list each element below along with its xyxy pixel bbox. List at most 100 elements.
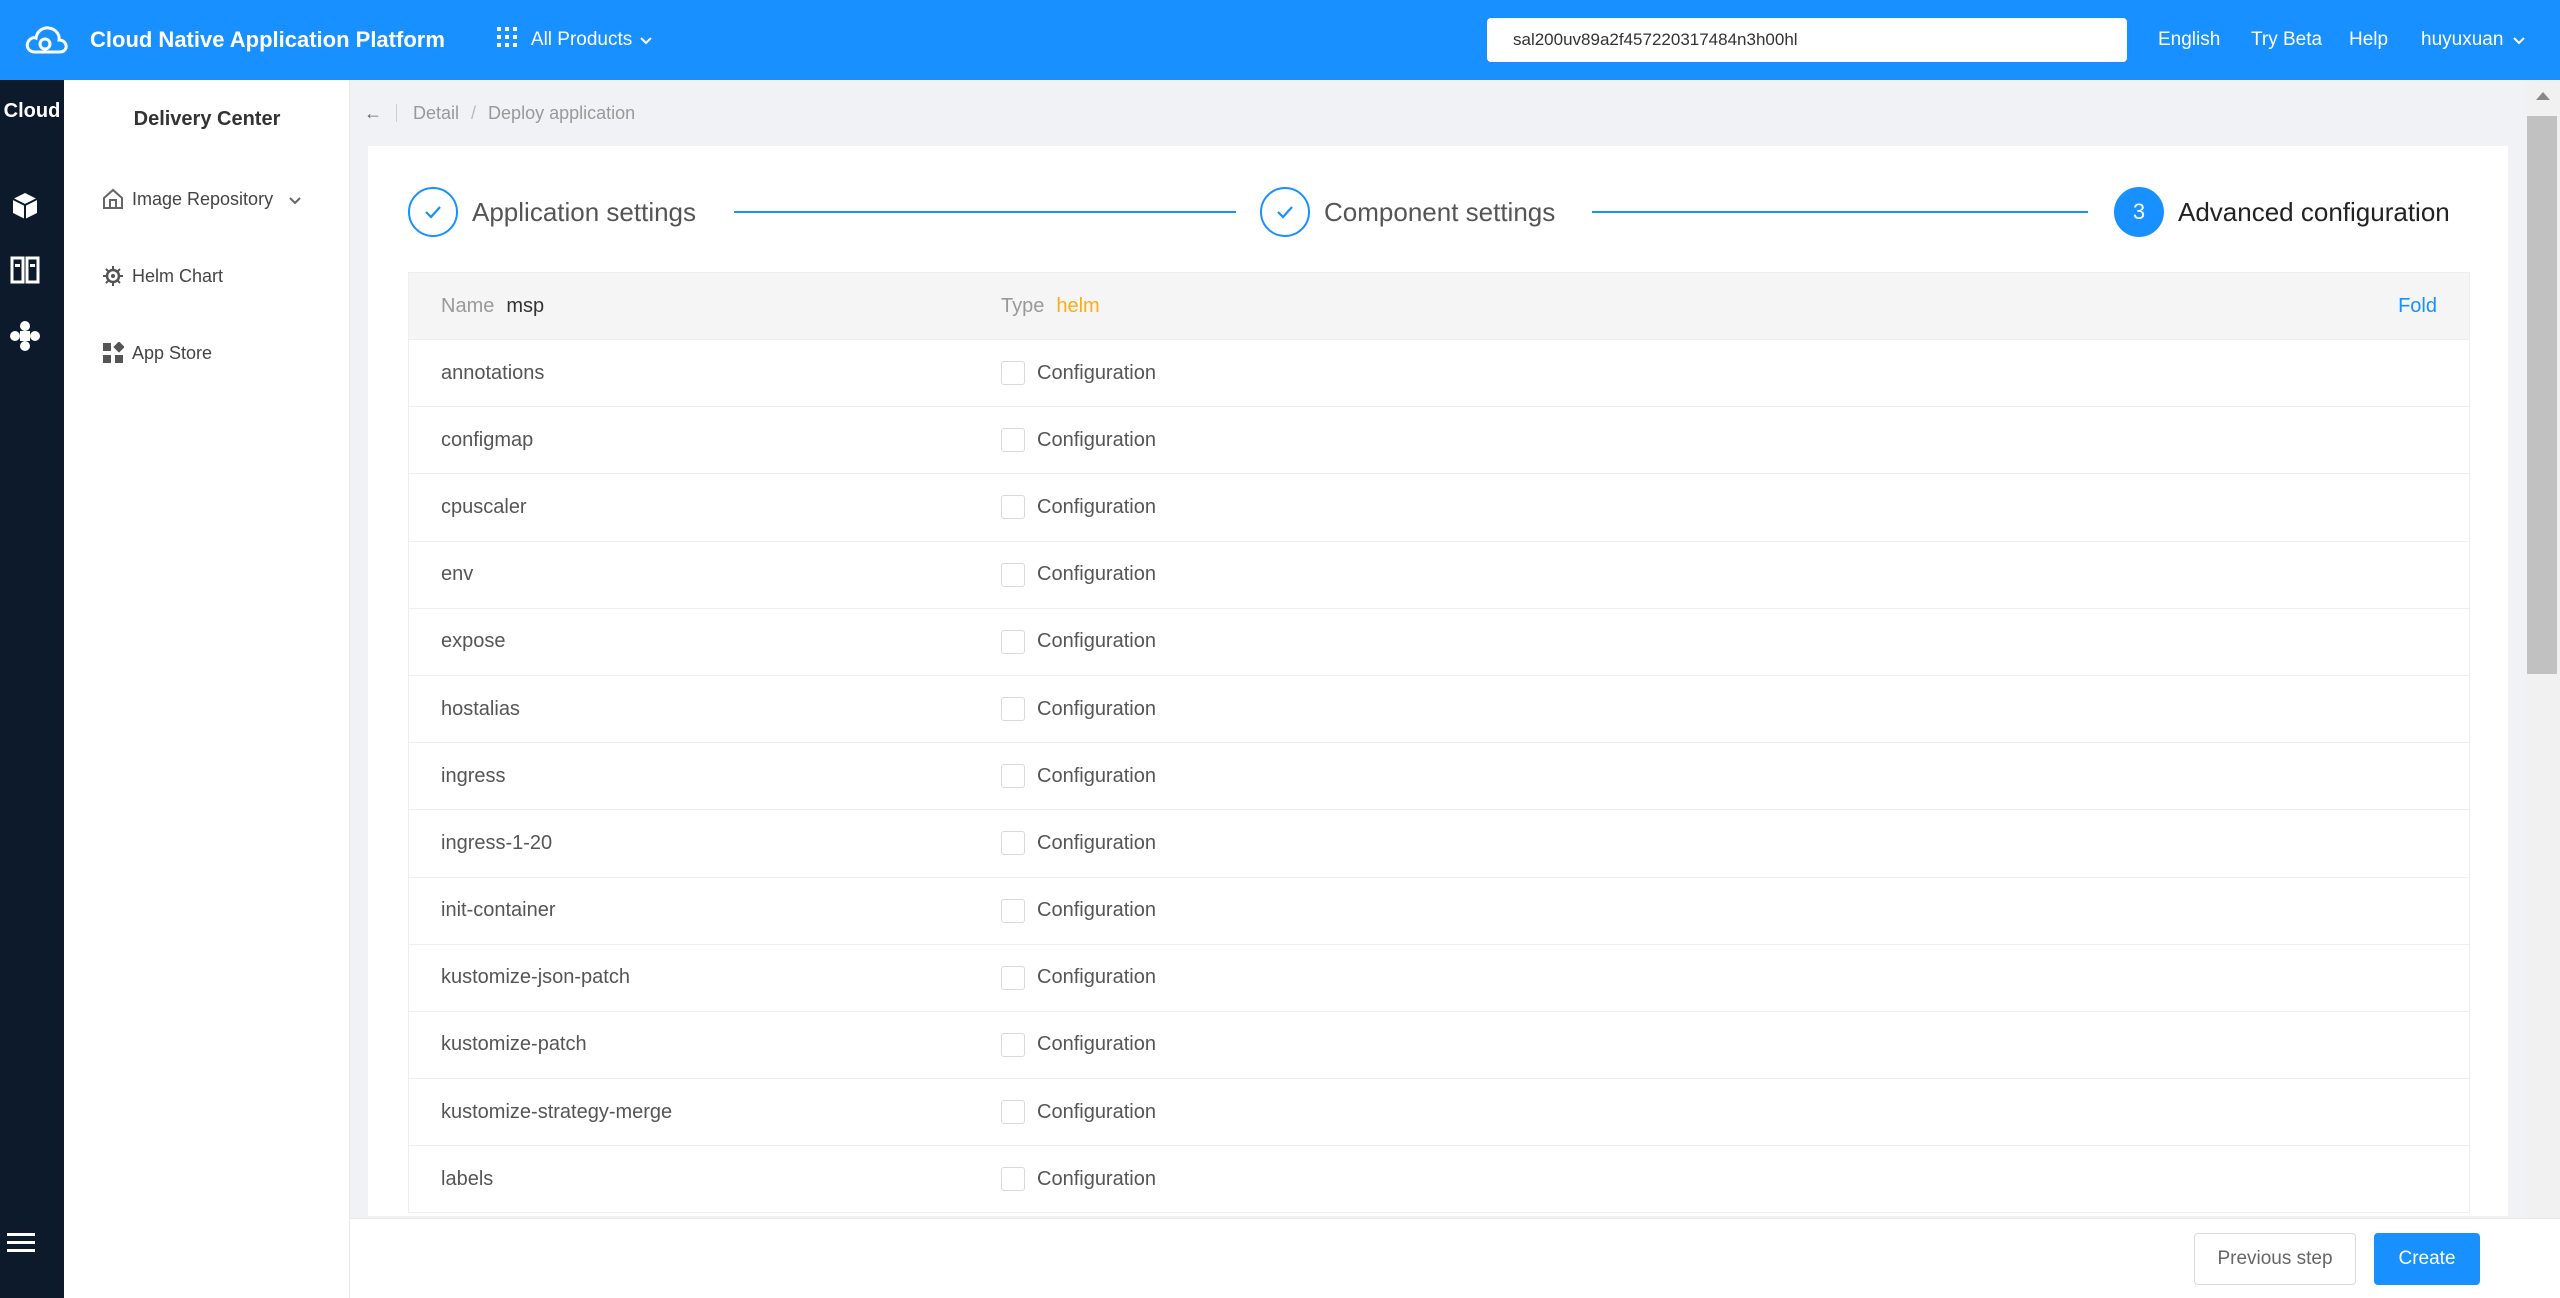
configuration-checkbox[interactable]: Configuration — [1001, 428, 1156, 453]
table-row: expose Configuration — [409, 607, 2469, 675]
config-name: expose — [441, 630, 506, 653]
breadcrumb-item-detail[interactable]: Detail — [413, 103, 459, 124]
configuration-checkbox[interactable]: Configuration — [1001, 965, 1156, 990]
step-application-settings: Application settings — [408, 186, 696, 238]
help-link[interactable]: Help — [2349, 0, 2388, 80]
component-header: Name msp Type helm Fold — [409, 273, 2469, 339]
checkbox[interactable] — [1001, 898, 1025, 923]
configuration-label: Configuration — [1037, 764, 1156, 787]
footer-bar: Previous step Create — [350, 1218, 2560, 1298]
scroll-up-icon[interactable] — [2536, 92, 2550, 100]
try-beta-link[interactable]: Try Beta — [2251, 0, 2322, 80]
step-component-settings: Component settings — [1260, 186, 1555, 238]
table-row: ingress Configuration — [409, 742, 2469, 809]
table-row: ingress-1-20 Configuration — [409, 809, 2469, 876]
all-products-menu[interactable]: All Products — [496, 27, 652, 53]
all-products-label: All Products — [530, 29, 633, 50]
configuration-checkbox[interactable]: Configuration — [1001, 495, 1156, 520]
app-store-icon — [102, 342, 124, 364]
configuration-checkbox[interactable]: Configuration — [1001, 629, 1156, 654]
checkbox[interactable] — [1001, 629, 1025, 654]
config-name: ingress-1-20 — [441, 831, 553, 854]
fold-link[interactable]: Fold — [2398, 295, 2437, 318]
checkbox[interactable] — [1001, 697, 1025, 722]
checkbox[interactable] — [1001, 562, 1025, 587]
config-name: kustomize-json-patch — [441, 966, 630, 989]
configuration-label: Configuration — [1037, 1167, 1156, 1190]
name-value: msp — [506, 294, 545, 317]
create-button[interactable]: Create — [2374, 1233, 2480, 1285]
app-title: Cloud Native Application Platform — [90, 27, 445, 52]
checkbox[interactable] — [1001, 428, 1025, 453]
configuration-label: Configuration — [1037, 899, 1156, 922]
configuration-checkbox[interactable]: Configuration — [1001, 361, 1156, 386]
table-row: kustomize-strategy-merge Configuration — [409, 1078, 2469, 1145]
board-icon[interactable] — [0, 256, 50, 284]
config-name: configmap — [441, 428, 534, 451]
language-switch[interactable]: English — [2158, 0, 2220, 80]
checkbox[interactable] — [1001, 361, 1025, 386]
checkbox[interactable] — [1001, 831, 1025, 856]
checkbox[interactable] — [1001, 495, 1025, 520]
configuration-checkbox[interactable]: Configuration — [1001, 697, 1156, 722]
configuration-checkbox[interactable]: Configuration — [1001, 1032, 1156, 1057]
configuration-label: Configuration — [1037, 428, 1156, 451]
checkbox[interactable] — [1001, 1100, 1025, 1125]
configuration-label: Configuration — [1037, 697, 1156, 720]
helm-icon — [102, 265, 124, 287]
home-repo-icon — [102, 188, 124, 210]
breadcrumb-separator: / — [471, 102, 477, 123]
table-row: env Configuration — [409, 540, 2469, 608]
sidebar-item-image-repository[interactable]: Image Repository — [102, 179, 301, 219]
divider — [396, 104, 397, 122]
previous-step-button[interactable]: Previous step — [2194, 1233, 2356, 1285]
breadcrumb-item-current: Deploy application — [488, 102, 636, 123]
configuration-checkbox[interactable]: Configuration — [1001, 1100, 1156, 1125]
config-name: init-container — [441, 899, 556, 922]
cluster-icon[interactable] — [0, 320, 50, 352]
scrollbar[interactable] — [2526, 80, 2560, 1218]
checkbox[interactable] — [1001, 764, 1025, 789]
sidebar-title: Delivery Center — [133, 108, 281, 130]
check-icon — [408, 187, 458, 237]
chevron-down-icon — [289, 189, 301, 210]
table-row: init-container Configuration — [409, 876, 2469, 944]
scrollbar-thumb[interactable] — [2527, 116, 2557, 674]
checkbox[interactable] — [1001, 1032, 1025, 1057]
config-name: hostalias — [441, 697, 520, 720]
checkbox[interactable] — [1001, 965, 1025, 990]
component-type: Type helm — [1001, 295, 1100, 318]
configuration-checkbox[interactable]: Configuration — [1001, 1167, 1156, 1192]
step-label: Application settings — [472, 196, 697, 227]
configuration-checkbox[interactable]: Configuration — [1001, 562, 1156, 587]
cube-icon[interactable] — [0, 192, 50, 220]
user-menu[interactable]: huyuxuan — [2421, 0, 2526, 80]
component-name: Name msp — [441, 295, 544, 318]
rail-brand: Cloud — [3, 100, 61, 122]
type-value: helm — [1056, 294, 1100, 317]
config-rows: annotations Configuration configmap Configu… — [409, 339, 2469, 1212]
config-name: cpuscaler — [441, 495, 527, 518]
table-row: annotations Configuration — [409, 339, 2469, 406]
configuration-checkbox[interactable]: Configuration — [1001, 831, 1156, 856]
configuration-checkbox[interactable]: Configuration — [1001, 898, 1156, 923]
table-row: configmap Configuration — [409, 406, 2469, 473]
chevron-down-icon — [2513, 29, 2526, 51]
back-arrow-icon[interactable]: ← — [364, 103, 382, 124]
sidebar-item-app-store[interactable]: App Store — [102, 333, 212, 373]
menu-icon[interactable] — [0, 1232, 42, 1254]
cloud-logo-icon[interactable] — [0, 0, 92, 80]
checkbox[interactable] — [1001, 1167, 1025, 1192]
table-row: cpuscaler Configuration — [409, 473, 2469, 540]
config-table: Name msp Type helm Fold annotations Configu… — [408, 272, 2470, 1214]
username: huyuxuan — [2421, 29, 2504, 50]
configuration-label: Configuration — [1037, 1100, 1156, 1123]
sidebar-item-helm-chart[interactable]: Helm Chart — [102, 256, 223, 296]
type-label: Type — [1001, 294, 1045, 317]
sidebar-item-label: Image Repository — [132, 188, 274, 209]
search-input[interactable] — [1487, 18, 2127, 62]
table-row: kustomize-patch Configuration — [409, 1010, 2469, 1078]
configuration-checkbox[interactable]: Configuration — [1001, 764, 1156, 789]
sidebar-item-label: Helm Chart — [132, 265, 224, 286]
step-label: Component settings — [1324, 196, 1556, 227]
